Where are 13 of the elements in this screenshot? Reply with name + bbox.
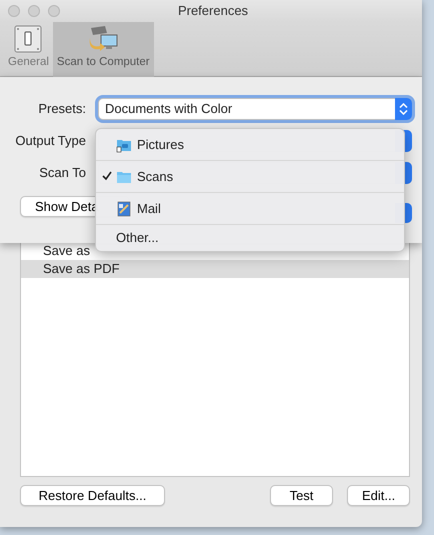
- toolbar-tab[interactable]: Scan to Computer: [52, 22, 154, 77]
- menu-item[interactable]: Scans: [96, 161, 404, 193]
- push-button[interactable]: Restore Defaults...: [20, 485, 165, 506]
- menu-item[interactable]: Mail: [96, 193, 404, 225]
- list-item[interactable]: Save as PDF: [21, 260, 409, 278]
- push-button[interactable]: Test: [270, 485, 333, 506]
- field-label: Scan To: [38, 164, 87, 182]
- push-button[interactable]: Edit...: [347, 485, 410, 506]
- menu-item[interactable]: Pictures: [96, 129, 404, 161]
- window-title: Preferences: [176, 2, 250, 20]
- field-label: Output Type: [14, 132, 87, 150]
- field-label: Presets:: [37, 100, 87, 118]
- popup-button[interactable]: Documents with Color: [98, 98, 412, 120]
